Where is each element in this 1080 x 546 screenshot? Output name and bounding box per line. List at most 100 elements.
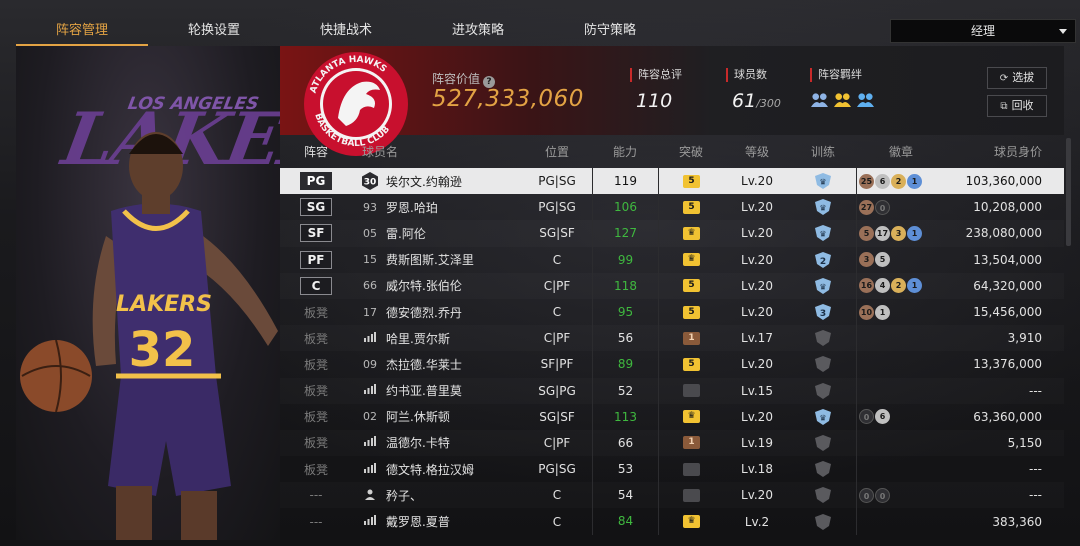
player-name-cell[interactable]: 17 德安德烈.乔丹 bbox=[352, 299, 522, 325]
player-name-cell[interactable]: 约书亚.普里莫 bbox=[352, 378, 522, 404]
player-value: --- bbox=[1029, 462, 1042, 477]
table-row[interactable]: PG 30 埃尔文.约翰逊 PG|SG 119 5 Lv.20 ♛ 25 6 2 1 103,360,0… bbox=[280, 168, 1064, 195]
player-name-cell[interactable]: 戴罗恩.夏普 bbox=[352, 508, 522, 534]
breakthrough-cell bbox=[658, 456, 724, 483]
player-name-cell[interactable]: 02 阿兰.休斯顿 bbox=[352, 404, 522, 430]
player-name-cell[interactable]: 哈里.贾尔斯 bbox=[352, 325, 522, 351]
player-name-cell[interactable]: 温德尔.卡特 bbox=[352, 430, 522, 456]
bench-label: 板凳 bbox=[303, 410, 328, 425]
scrollbar[interactable] bbox=[1066, 138, 1071, 246]
player-name-cell[interactable]: 矜子、 bbox=[352, 482, 522, 508]
overall-value: 110 bbox=[636, 90, 673, 112]
tab-lineup[interactable]: 阵容管理 bbox=[16, 16, 148, 46]
badge-count: 1 bbox=[907, 278, 922, 294]
badges-cell: 35 bbox=[856, 246, 944, 273]
recall-button[interactable]: ⧉ 回收 bbox=[987, 95, 1047, 117]
table-row[interactable]: --- 戴罗恩.夏普 C 84 ♛ Lv.2 383,360 bbox=[280, 508, 1064, 535]
player-position: SG|SF bbox=[539, 409, 575, 424]
player-name: 矜子、 bbox=[386, 488, 423, 503]
table-row[interactable]: 板凳 09 杰拉德.华莱士 SF|PF 89 5 Lv.20 13,376,000 bbox=[280, 351, 1064, 378]
training-shield-icon[interactable]: ♛ bbox=[790, 277, 856, 294]
breakthrough-cell: 5 bbox=[658, 272, 724, 299]
table-row[interactable]: 板凳 德文特.格拉汉姆 PG|SG 53 Lv.18 --- bbox=[280, 456, 1064, 483]
table-row[interactable]: 板凳 哈里.贾尔斯 C|PF 56 1 Lv.17 3,910 bbox=[280, 325, 1064, 352]
player-table: PG 30 埃尔文.约翰逊 PG|SG 119 5 Lv.20 ♛ 25 6 2 1 103,360,0… bbox=[280, 168, 1064, 535]
training-shield-icon[interactable] bbox=[790, 487, 856, 504]
player-level: Lv.20 bbox=[741, 174, 773, 189]
training-shield-icon[interactable] bbox=[790, 330, 856, 347]
lineup-slot: --- bbox=[280, 488, 352, 502]
chemistry-group-icon[interactable] bbox=[833, 91, 852, 108]
featured-player-art: LOS ANGELES LAKERS 32 LAKERS bbox=[16, 46, 280, 540]
breakthrough-cell: ♛ bbox=[658, 220, 724, 247]
player-rating: 89 bbox=[592, 351, 658, 378]
badges-cell: 00 bbox=[856, 482, 944, 509]
table-row[interactable]: 板凳 约书亚.普里莫 SG|PG 52 Lv.15 --- bbox=[280, 377, 1064, 404]
badge-count: 0 bbox=[859, 409, 874, 425]
player-name-cell[interactable]: 15 费斯图斯.艾泽里 bbox=[352, 247, 522, 273]
chemistry-stat: 阵容羁绊 bbox=[810, 68, 875, 108]
training-shield-icon[interactable]: ♛ bbox=[790, 173, 856, 190]
col-breakthrough[interactable]: 突破 bbox=[658, 143, 724, 160]
player-level: Lv.18 bbox=[741, 462, 773, 477]
badges-cell: 06 bbox=[856, 403, 944, 430]
lineup-slot: SG bbox=[280, 198, 352, 217]
lineup-slot: 板凳 bbox=[280, 356, 352, 373]
training-shield-icon[interactable]: 2 bbox=[790, 251, 856, 268]
col-badges[interactable]: 徽章 bbox=[856, 143, 944, 160]
training-shield-icon[interactable]: 3 bbox=[790, 304, 856, 321]
col-lineup[interactable]: 阵容 bbox=[280, 143, 352, 160]
lineup-slot: 板凳 bbox=[280, 330, 352, 347]
badge-count: 5 bbox=[875, 252, 890, 268]
jersey-number: 02 bbox=[363, 410, 377, 424]
table-row[interactable]: --- 矜子、 C 54 Lv.20 0 0 --- bbox=[280, 482, 1064, 509]
player-name-cell[interactable]: 30 埃尔文.约翰逊 bbox=[352, 168, 522, 194]
breakthrough-badge: 5 bbox=[683, 305, 700, 319]
tab-rotation[interactable]: 轮换设置 bbox=[148, 16, 280, 46]
training-shield-icon[interactable] bbox=[790, 513, 856, 530]
player-level: Lv.15 bbox=[741, 383, 773, 398]
manager-dropdown[interactable]: 经理 bbox=[890, 19, 1076, 43]
top-tab-bar: 阵容管理 轮换设置 快捷战术 进攻策略 防守策略 经理 bbox=[16, 16, 1080, 46]
table-row[interactable]: 板凳 17 德安德烈.乔丹 C 95 5 Lv.20 3 10 1 15,456,000 bbox=[280, 298, 1064, 326]
col-name[interactable]: 球员名 bbox=[352, 143, 522, 160]
chemistry-group-icon[interactable] bbox=[856, 91, 875, 108]
col-training[interactable]: 训练 bbox=[790, 143, 856, 160]
svg-text:♛: ♛ bbox=[819, 204, 826, 213]
lineup-slot: 板凳 bbox=[280, 461, 352, 478]
breakthrough-badge: ♛ bbox=[683, 410, 700, 424]
training-shield-icon[interactable]: ♛ bbox=[790, 225, 856, 242]
col-position[interactable]: 位置 bbox=[522, 143, 592, 160]
player-rating: 53 bbox=[592, 456, 658, 483]
col-rating[interactable]: 能力 bbox=[592, 143, 658, 160]
col-value[interactable]: 球员身价 bbox=[944, 143, 1058, 160]
player-name-cell[interactable]: 66 威尔特.张伯伦 bbox=[352, 273, 522, 299]
table-row[interactable]: SF 05 雷.阿伦 SG|SF 127 ♛ Lv.20 ♛ 5 17 3 1 238,080,000 bbox=[280, 220, 1064, 247]
lineup-slot: C bbox=[280, 276, 352, 295]
badges-cell bbox=[856, 351, 944, 378]
player-level: Lv.20 bbox=[741, 278, 773, 293]
table-row[interactable]: SG 93 罗恩.哈珀 PG|SG 106 5 Lv.20 ♛ 27 0 10,208,000 bbox=[280, 194, 1064, 221]
tab-defense[interactable]: 防守策略 bbox=[544, 16, 676, 46]
player-name-cell[interactable]: 05 雷.阿伦 bbox=[352, 220, 522, 246]
training-shield-icon[interactable] bbox=[790, 461, 856, 478]
chemistry-group-icon[interactable] bbox=[810, 91, 829, 108]
table-row[interactable]: 板凳 02 阿兰.休斯顿 SG|SF 113 ♛ Lv.20 ♛ 0 6 63,360,000 bbox=[280, 403, 1064, 430]
col-level[interactable]: 等级 bbox=[724, 143, 790, 160]
player-name-cell[interactable]: 德文特.格拉汉姆 bbox=[352, 456, 522, 482]
tab-quick-tactics[interactable]: 快捷战术 bbox=[280, 16, 412, 46]
badge-count: 5 bbox=[859, 225, 874, 241]
tab-offense[interactable]: 进攻策略 bbox=[412, 16, 544, 46]
player-level: Lv.20 bbox=[741, 226, 773, 241]
training-shield-icon[interactable] bbox=[790, 356, 856, 373]
training-shield-icon[interactable] bbox=[790, 434, 856, 451]
player-name-cell[interactable]: 09 杰拉德.华莱士 bbox=[352, 351, 522, 377]
table-row[interactable]: C 66 威尔特.张伯伦 C|PF 118 5 Lv.20 ♛ 16 4 2 1 64,320,000 bbox=[280, 272, 1064, 299]
training-shield-icon[interactable]: ♛ bbox=[790, 408, 856, 425]
table-row[interactable]: 板凳 温德尔.卡特 C|PF 66 1 Lv.19 5,150 bbox=[280, 429, 1064, 457]
training-shield-icon[interactable]: ♛ bbox=[790, 199, 856, 216]
select-button[interactable]: ⟳ 选拔 bbox=[987, 67, 1047, 89]
training-shield-icon[interactable] bbox=[790, 382, 856, 399]
player-name-cell[interactable]: 93 罗恩.哈珀 bbox=[352, 194, 522, 220]
table-row[interactable]: PF 15 费斯图斯.艾泽里 C 99 ♛ Lv.20 2 3 5 13,504,000 bbox=[280, 246, 1064, 273]
